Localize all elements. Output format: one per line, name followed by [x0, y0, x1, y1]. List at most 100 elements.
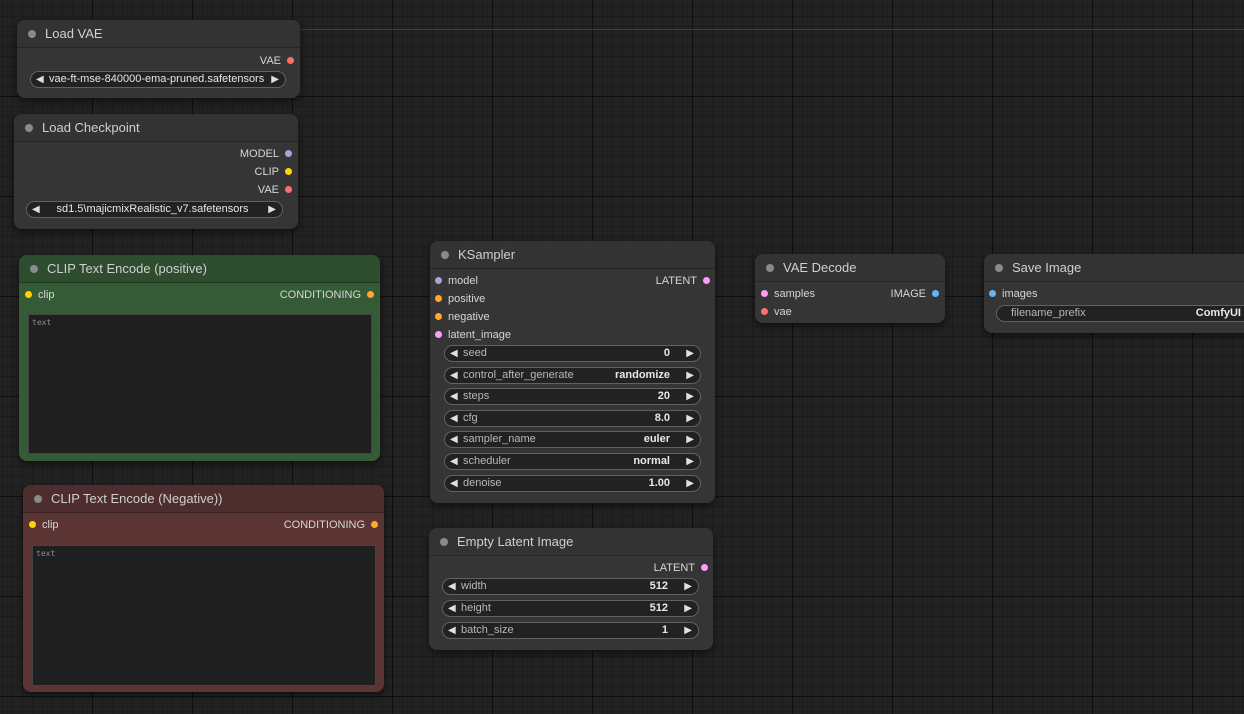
- input-clip[interactable]: clip: [25, 286, 55, 304]
- collapse-dot-icon[interactable]: [440, 538, 448, 546]
- input-samples[interactable]: samples: [761, 285, 815, 303]
- output-clip[interactable]: CLIP: [255, 163, 292, 181]
- socket-icon[interactable]: [285, 149, 292, 157]
- collapse-dot-icon[interactable]: [30, 265, 38, 273]
- socket-icon[interactable]: [367, 290, 374, 298]
- arrow-right-icon[interactable]: ▶: [684, 579, 692, 594]
- socket-icon[interactable]: [989, 289, 996, 297]
- output-vae[interactable]: VAE: [260, 52, 294, 70]
- arrow-right-icon[interactable]: ▶: [268, 202, 276, 217]
- arrow-right-icon[interactable]: ▶: [686, 476, 694, 491]
- output-vae[interactable]: VAE: [258, 181, 292, 199]
- socket-icon[interactable]: [29, 520, 36, 528]
- socket-icon[interactable]: [761, 289, 768, 297]
- node-title-bar[interactable]: CLIP Text Encode (Negative)): [23, 485, 384, 513]
- collapse-dot-icon[interactable]: [34, 495, 42, 503]
- node-title-bar[interactable]: Load Checkpoint: [14, 114, 298, 142]
- input-clip[interactable]: clip: [29, 516, 59, 534]
- arrow-right-icon[interactable]: ▶: [684, 601, 692, 616]
- node-title-bar[interactable]: Load VAE: [17, 20, 300, 48]
- seed-widget[interactable]: ◀ seed 0 ▶: [444, 345, 701, 362]
- input-vae[interactable]: vae: [761, 303, 792, 321]
- output-image[interactable]: IMAGE: [891, 285, 939, 303]
- arrow-right-icon[interactable]: ▶: [686, 454, 694, 469]
- arrow-left-icon[interactable]: ◀: [450, 346, 458, 361]
- node-title-bar[interactable]: Empty Latent Image: [429, 528, 713, 556]
- input-model[interactable]: model: [435, 272, 478, 290]
- arrow-right-icon[interactable]: ▶: [686, 368, 694, 383]
- input-positive[interactable]: positive: [435, 290, 485, 308]
- collapse-dot-icon[interactable]: [766, 264, 774, 272]
- socket-icon[interactable]: [932, 289, 939, 297]
- arrow-left-icon[interactable]: ◀: [450, 411, 458, 426]
- steps-widget[interactable]: ◀ steps 20 ▶: [444, 388, 701, 405]
- arrow-left-icon[interactable]: ◀: [448, 601, 456, 616]
- prompt-textarea[interactable]: text: [32, 545, 376, 686]
- output-conditioning[interactable]: CONDITIONING: [280, 286, 374, 304]
- empty-latent-image-node[interactable]: Empty Latent Image LATENT ◀ width 512 ▶ …: [429, 528, 713, 650]
- arrow-left-icon[interactable]: ◀: [450, 454, 458, 469]
- output-latent[interactable]: LATENT: [656, 272, 710, 290]
- save-image-node[interactable]: Save Image images filename_prefix ComfyU…: [984, 254, 1244, 333]
- arrow-left-icon[interactable]: ◀: [450, 432, 458, 447]
- socket-icon[interactable]: [435, 294, 442, 302]
- socket-icon[interactable]: [285, 167, 292, 175]
- filename-prefix-input[interactable]: filename_prefix ComfyUI: [996, 305, 1244, 322]
- arrow-right-icon[interactable]: ▶: [686, 346, 694, 361]
- control-after-generate-widget[interactable]: ◀ control_after_generate randomize ▶: [444, 367, 701, 384]
- height-widget[interactable]: ◀ height 512 ▶: [442, 600, 699, 617]
- clip-text-encode-positive-node[interactable]: CLIP Text Encode (positive) clip CONDITI…: [19, 255, 380, 461]
- input-images[interactable]: images: [989, 285, 1037, 303]
- socket-icon[interactable]: [703, 276, 710, 284]
- socket-icon[interactable]: [761, 307, 768, 315]
- arrow-left-icon[interactable]: ◀: [450, 389, 458, 404]
- socket-icon[interactable]: [435, 276, 442, 284]
- vae-name-combo[interactable]: ◀ vae-ft-mse-840000-ema-pruned.safetenso…: [30, 71, 286, 88]
- socket-icon[interactable]: [435, 330, 442, 338]
- arrow-right-icon[interactable]: ▶: [271, 72, 279, 87]
- output-model[interactable]: MODEL: [240, 145, 292, 163]
- arrow-left-icon[interactable]: ◀: [32, 202, 40, 217]
- input-negative[interactable]: negative: [435, 308, 490, 326]
- clip-text-encode-negative-node[interactable]: CLIP Text Encode (Negative)) clip CONDIT…: [23, 485, 384, 692]
- ckpt-name-combo[interactable]: ◀ sd1.5\majicmixRealistic_v7.safetensors…: [26, 201, 283, 218]
- input-latent-image[interactable]: latent_image: [435, 326, 511, 344]
- cfg-widget[interactable]: ◀ cfg 8.0 ▶: [444, 410, 701, 427]
- arrow-left-icon[interactable]: ◀: [448, 579, 456, 594]
- node-title-bar[interactable]: CLIP Text Encode (positive): [19, 255, 380, 283]
- collapse-dot-icon[interactable]: [995, 264, 1003, 272]
- arrow-right-icon[interactable]: ▶: [686, 432, 694, 447]
- ksampler-node[interactable]: KSampler model positive negative latent_…: [430, 241, 715, 503]
- output-latent[interactable]: LATENT: [654, 559, 708, 577]
- collapse-dot-icon[interactable]: [28, 30, 36, 38]
- arrow-right-icon[interactable]: ▶: [686, 411, 694, 426]
- denoise-widget[interactable]: ◀ denoise 1.00 ▶: [444, 475, 701, 492]
- arrow-right-icon[interactable]: ▶: [684, 623, 692, 638]
- socket-icon[interactable]: [25, 290, 32, 298]
- arrow-left-icon[interactable]: ◀: [36, 72, 44, 87]
- node-title-bar[interactable]: KSampler: [430, 241, 715, 269]
- vae-decode-node[interactable]: VAE Decode samples vae IMAGE: [755, 254, 945, 323]
- prompt-textarea[interactable]: text: [28, 314, 372, 454]
- socket-icon[interactable]: [701, 563, 708, 571]
- load-vae-node[interactable]: Load VAE VAE ◀ vae-ft-mse-840000-ema-pru…: [17, 20, 300, 98]
- node-title: Empty Latent Image: [457, 534, 574, 549]
- sampler-name-widget[interactable]: ◀ sampler_name euler ▶: [444, 431, 701, 448]
- arrow-left-icon[interactable]: ◀: [450, 476, 458, 491]
- collapse-dot-icon[interactable]: [441, 251, 449, 259]
- node-title-bar[interactable]: VAE Decode: [755, 254, 945, 282]
- socket-icon[interactable]: [287, 56, 294, 64]
- socket-icon[interactable]: [435, 312, 442, 320]
- output-conditioning[interactable]: CONDITIONING: [284, 516, 378, 534]
- arrow-right-icon[interactable]: ▶: [686, 389, 694, 404]
- arrow-left-icon[interactable]: ◀: [448, 623, 456, 638]
- socket-icon[interactable]: [285, 185, 292, 193]
- batch-size-widget[interactable]: ◀ batch_size 1 ▶: [442, 622, 699, 639]
- collapse-dot-icon[interactable]: [25, 124, 33, 132]
- socket-icon[interactable]: [371, 520, 378, 528]
- scheduler-widget[interactable]: ◀ scheduler normal ▶: [444, 453, 701, 470]
- width-widget[interactable]: ◀ width 512 ▶: [442, 578, 699, 595]
- arrow-left-icon[interactable]: ◀: [450, 368, 458, 383]
- load-checkpoint-node[interactable]: Load Checkpoint MODEL CLIP VAE ◀ sd1.5\m…: [14, 114, 298, 229]
- node-title-bar[interactable]: Save Image: [984, 254, 1244, 282]
